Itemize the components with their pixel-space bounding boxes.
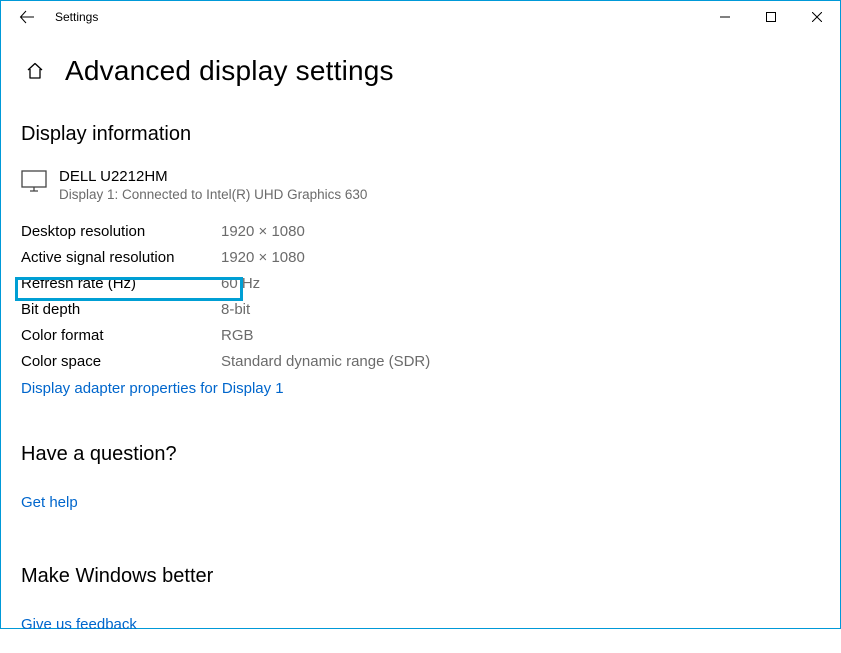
prop-label: Active signal resolution — [21, 249, 221, 266]
content-area: Advanced display settings Display inform… — [1, 55, 840, 653]
close-button[interactable] — [794, 1, 840, 33]
maximize-icon — [766, 12, 776, 22]
prop-value: Standard dynamic range (SDR) — [221, 353, 430, 370]
prop-label: Color space — [21, 353, 221, 370]
prop-row-refresh-rate: Refresh rate (Hz) 60 Hz — [21, 270, 820, 296]
feedback-heading: Make Windows better — [21, 565, 820, 588]
question-heading: Have a question? — [21, 443, 820, 466]
monitor-description: Display 1: Connected to Intel(R) UHD Gra… — [59, 187, 367, 202]
prop-label: Color format — [21, 327, 221, 344]
prop-value: RGB — [221, 327, 254, 344]
display-adapter-properties-link[interactable]: Display adapter properties for Display 1 — [21, 380, 284, 397]
prop-value: 8-bit — [221, 301, 250, 318]
page-title: Advanced display settings — [65, 55, 394, 87]
close-icon — [812, 12, 822, 22]
get-help-link[interactable]: Get help — [21, 494, 78, 511]
window-title: Settings — [55, 10, 98, 24]
prop-row-active-signal-resolution: Active signal resolution 1920 × 1080 — [21, 244, 820, 270]
prop-row-bit-depth: Bit depth 8-bit — [21, 296, 820, 322]
prop-label: Bit depth — [21, 301, 221, 318]
display-info-heading: Display information — [21, 123, 820, 146]
home-button[interactable] — [21, 57, 49, 85]
prop-label: Refresh rate (Hz) — [21, 275, 221, 292]
prop-row-desktop-resolution: Desktop resolution 1920 × 1080 — [21, 218, 820, 244]
give-feedback-link[interactable]: Give us feedback — [21, 616, 137, 633]
monitor-icon — [21, 170, 49, 192]
arrow-left-icon — [19, 9, 35, 25]
prop-value: 1920 × 1080 — [221, 223, 305, 240]
minimize-button[interactable] — [702, 1, 748, 33]
display-properties-table: Desktop resolution 1920 × 1080 Active si… — [21, 218, 820, 374]
prop-row-color-space: Color space Standard dynamic range (SDR) — [21, 348, 820, 374]
page-header: Advanced display settings — [21, 55, 820, 87]
home-icon — [25, 61, 45, 81]
prop-row-color-format: Color format RGB — [21, 322, 820, 348]
monitor-name: DELL U2212HM — [59, 168, 367, 185]
prop-label: Desktop resolution — [21, 223, 221, 240]
back-button[interactable] — [11, 1, 43, 33]
have-a-question-section: Have a question? Get help — [21, 443, 820, 511]
prop-value: 60 Hz — [221, 275, 260, 292]
prop-value: 1920 × 1080 — [221, 249, 305, 266]
make-windows-better-section: Make Windows better Give us feedback — [21, 565, 820, 633]
maximize-button[interactable] — [748, 1, 794, 33]
display-information-section: Display information DELL U2212HM Display… — [21, 123, 820, 397]
monitor-summary: DELL U2212HM Display 1: Connected to Int… — [21, 168, 820, 202]
minimize-icon — [720, 12, 730, 22]
window-controls — [702, 1, 840, 33]
